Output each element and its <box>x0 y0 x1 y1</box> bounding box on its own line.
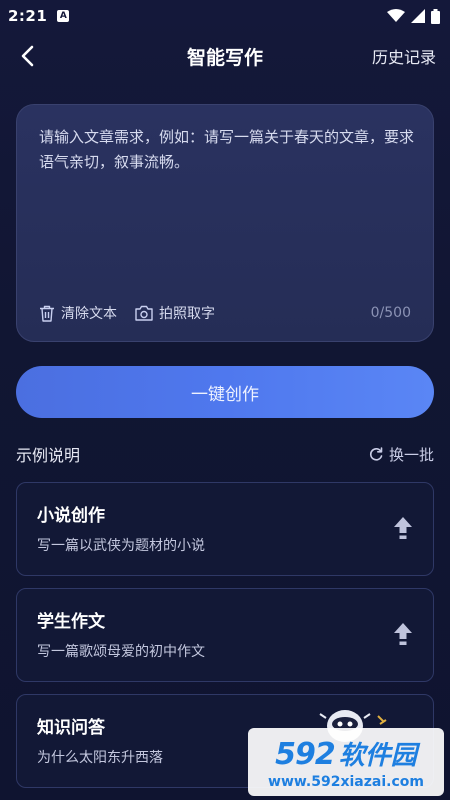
clear-text-label: 清除文本 <box>61 306 117 322</box>
example-title: 学生作文 <box>37 612 105 632</box>
trash-icon <box>40 305 54 322</box>
photo-ocr-label: 拍照取字 <box>159 306 215 322</box>
signal-icon <box>411 9 425 23</box>
article-input[interactable]: 请输入文章需求，例如：请写一篇关于春天的文章，要求语气亲切，叙事流畅。 <box>39 125 419 175</box>
camera-icon <box>135 305 153 321</box>
chevron-left-icon <box>21 45 34 67</box>
example-desc: 写一篇歌颂母爱的初中作文 <box>37 644 205 660</box>
example-card[interactable]: 学生作文 写一篇歌颂母爱的初中作文 <box>16 588 434 682</box>
examples-title: 示例说明 <box>16 446 81 465</box>
refresh-label: 换一批 <box>388 445 434 464</box>
wifi-icon <box>387 9 405 22</box>
watermark-url: www.592xiazai.com <box>268 773 424 790</box>
battery-icon <box>431 8 440 24</box>
watermark-number: 592 <box>275 736 336 772</box>
arrow-up-icon[interactable] <box>393 622 413 648</box>
notification-badge: A <box>57 10 70 22</box>
example-title: 小说创作 <box>37 506 105 526</box>
refresh-examples-button[interactable]: 换一批 <box>369 444 434 465</box>
article-input-card[interactable]: 请输入文章需求，例如：请写一篇关于春天的文章，要求语气亲切，叙事流畅。 清除文本… <box>16 104 434 342</box>
example-desc: 为什么太阳东升西落 <box>37 750 163 766</box>
example-title: 知识问答 <box>37 718 105 738</box>
watermark-text: 软件园 <box>338 740 417 771</box>
example-desc: 写一篇以武侠为题材的小说 <box>37 538 205 554</box>
status-bar: 2:21 A <box>0 0 450 32</box>
top-app-bar: 智能写作 历史记录 <box>0 32 450 80</box>
history-button[interactable]: 历史记录 <box>372 44 436 68</box>
page-title: 智能写作 <box>186 46 263 69</box>
input-toolbar: 清除文本 拍照取字 0/500 <box>39 301 411 325</box>
example-card[interactable]: 小说创作 写一篇以武侠为题材的小说 <box>16 482 434 576</box>
clear-text-button[interactable]: 清除文本 <box>39 303 117 323</box>
one-click-create-button[interactable]: 一键创作 <box>16 366 434 418</box>
status-time: 2:21 <box>8 7 48 25</box>
status-icons <box>387 8 440 24</box>
watermark-logo: 592 软件园 www.592xiazai.com <box>248 728 444 796</box>
arrow-up-icon[interactable] <box>393 516 413 542</box>
char-counter: 0/500 <box>370 305 411 321</box>
refresh-icon <box>369 447 383 461</box>
examples-header: 示例说明 换一批 <box>16 440 434 468</box>
photo-ocr-button[interactable]: 拍照取字 <box>135 303 215 323</box>
back-button[interactable] <box>14 42 42 70</box>
